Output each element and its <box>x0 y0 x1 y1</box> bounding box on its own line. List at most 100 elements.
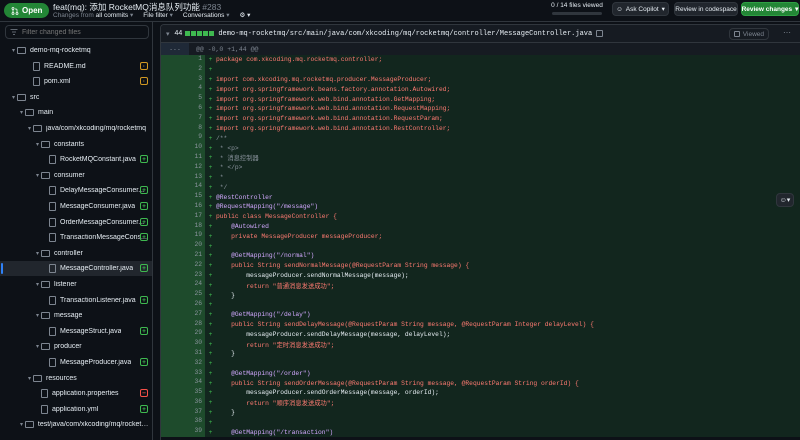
file-icon <box>41 389 48 399</box>
conversations-dropdown[interactable]: Conversations ▾ <box>183 11 230 19</box>
ask-copilot-button[interactable]: ☺ Ask Copilot ▾ <box>612 2 669 16</box>
tree-folder[interactable]: ▾ message <box>0 308 152 323</box>
line-number[interactable]: 16 <box>161 201 205 212</box>
line-number[interactable]: 38 <box>161 417 205 428</box>
tree-file[interactable]: DelayMessageConsumer... + <box>0 183 152 198</box>
tree-folder[interactable]: ▾ src <box>0 90 152 105</box>
chevron-down-icon[interactable]: ▾ <box>34 343 41 350</box>
tree-file[interactable]: README.md · <box>0 59 152 74</box>
diff-line: 7 + import org.springframework.web.bind.an… <box>161 113 800 124</box>
diff-file-path[interactable]: demo-mq-rocketmq/src/main/java/com/xkcod… <box>218 30 592 38</box>
line-number[interactable]: 12 <box>161 162 205 173</box>
line-number[interactable]: 18 <box>161 221 205 232</box>
chevron-down-icon[interactable]: ▾ <box>34 250 41 257</box>
tree-folder[interactable]: ▾ consumer <box>0 168 152 183</box>
tree-file[interactable]: MessageProducer.java + <box>0 355 152 370</box>
tree-file[interactable]: application.yml + <box>0 402 152 417</box>
tree-folder[interactable]: ▾ test/java/com/xkcoding/mq/rocketm... <box>0 417 152 432</box>
tree-file[interactable]: TransactionMessageCons... + <box>0 230 152 245</box>
review-in-codespace-button[interactable]: Review in codespace <box>674 2 738 16</box>
line-number[interactable]: 2 <box>161 64 205 75</box>
copilot-floating-button[interactable]: ☺▾ <box>776 193 794 207</box>
line-number[interactable]: 32 <box>161 358 205 369</box>
line-number[interactable]: 14 <box>161 182 205 193</box>
line-number[interactable]: 29 <box>161 329 205 340</box>
line-number[interactable]: 6 <box>161 103 205 114</box>
chevron-down-icon[interactable]: ▾ <box>34 281 41 288</box>
line-number[interactable]: 25 <box>161 290 205 300</box>
file-filter-dropdown[interactable]: File filter ▾ <box>143 11 173 19</box>
line-number[interactable]: 20 <box>161 241 205 251</box>
tree-folder[interactable]: ▾ controller <box>0 246 152 261</box>
line-number[interactable]: 15 <box>161 192 205 202</box>
viewed-checkbox[interactable]: Viewed <box>728 28 769 40</box>
chevron-down-icon[interactable]: ▾ <box>18 421 25 428</box>
review-changes-button[interactable]: Review changes ▾ <box>741 2 799 16</box>
tree-folder[interactable]: ▾ listener <box>0 277 152 292</box>
line-number[interactable]: 8 <box>161 123 205 134</box>
line-number[interactable]: 7 <box>161 113 205 124</box>
filter-files-input[interactable] <box>22 28 142 36</box>
chevron-down-icon[interactable]: ▾ <box>18 109 25 116</box>
line-number[interactable]: 23 <box>161 270 205 281</box>
line-number[interactable]: 30 <box>161 339 205 349</box>
added-marker: + <box>208 418 213 426</box>
line-number[interactable]: 9 <box>161 133 205 144</box>
line-number[interactable]: 39 <box>161 427 205 438</box>
line-number[interactable]: 34 <box>161 378 205 389</box>
tree-folder[interactable]: ▾ java/com/xkcoding/mq/rocketmq <box>0 121 152 136</box>
line-number[interactable]: 28 <box>161 319 205 330</box>
tree-folder[interactable]: ▾ constants <box>0 137 152 152</box>
line-number[interactable]: 10 <box>161 143 205 153</box>
line-number[interactable]: 33 <box>161 368 205 379</box>
line-number[interactable]: 13 <box>161 172 205 183</box>
line-number[interactable]: 3 <box>161 74 205 85</box>
line-number[interactable]: 37 <box>161 407 205 418</box>
line-number[interactable]: 5 <box>161 94 205 104</box>
tree-folder[interactable]: ▾ resources <box>0 371 152 386</box>
copy-icon[interactable] <box>596 30 604 37</box>
tree-file[interactable]: OrderMessageConsumer... + <box>0 215 152 230</box>
kebab-menu-icon[interactable]: ⋯ <box>783 28 791 37</box>
tree-file[interactable]: MessageConsumer.java + <box>0 199 152 214</box>
file-icon <box>49 202 56 211</box>
filter-files-field[interactable] <box>5 25 149 39</box>
line-number[interactable]: 19 <box>161 231 205 242</box>
chevron-down-icon[interactable]: ▾ <box>34 312 41 319</box>
line-number[interactable]: 24 <box>161 280 205 291</box>
tree-file[interactable]: RocketMQConstant.java + <box>0 152 152 167</box>
line-number[interactable]: 11 <box>161 152 205 163</box>
settings-gear-icon[interactable]: ⚙ ▾ <box>240 11 251 19</box>
code-text: public String sendOrderMessage(@RequestP… <box>216 379 579 387</box>
tree-file[interactable]: MessageController.java + <box>0 261 152 277</box>
tree-folder[interactable]: ▾ main <box>0 105 152 120</box>
chevron-down-icon[interactable]: ▾ <box>34 141 41 148</box>
tree-file[interactable]: MessageStruct.java + <box>0 324 152 339</box>
collapse-chevron-icon[interactable]: ▾ <box>166 30 170 38</box>
line-number[interactable]: 17 <box>161 211 205 222</box>
chevron-down-icon[interactable]: ▾ <box>10 47 17 54</box>
expand-hunk-button[interactable]: ... <box>161 43 189 55</box>
line-number[interactable]: 4 <box>161 84 205 95</box>
tree-folder[interactable]: ▾ producer <box>0 339 152 354</box>
tree-file[interactable]: pom.xml · <box>0 74 152 89</box>
line-number[interactable]: 36 <box>161 397 205 408</box>
tree-item-label: application.yml <box>52 405 99 413</box>
line-number[interactable]: 21 <box>161 250 205 261</box>
line-number[interactable]: 1 <box>161 55 205 65</box>
chevron-down-icon[interactable]: ▾ <box>26 125 33 132</box>
line-number[interactable]: 35 <box>161 388 205 398</box>
changes-from-dropdown[interactable]: Changes from all commits ▾ <box>53 11 133 19</box>
line-number[interactable]: 22 <box>161 260 205 271</box>
tree-folder[interactable]: ▾ demo-mq-rocketmq <box>0 43 152 58</box>
chevron-down-icon[interactable]: ▾ <box>34 172 41 179</box>
line-number[interactable]: 26 <box>161 299 205 310</box>
line-number[interactable]: 27 <box>161 309 205 320</box>
added-marker: + <box>208 311 213 319</box>
tree-item-label: OrderMessageConsumer... <box>60 218 145 226</box>
tree-file[interactable]: application.properties − <box>0 386 152 401</box>
chevron-down-icon[interactable]: ▾ <box>26 375 33 382</box>
line-number[interactable]: 31 <box>161 348 205 359</box>
tree-file[interactable]: TransactionListener.java + <box>0 293 152 308</box>
chevron-down-icon[interactable]: ▾ <box>10 94 17 101</box>
